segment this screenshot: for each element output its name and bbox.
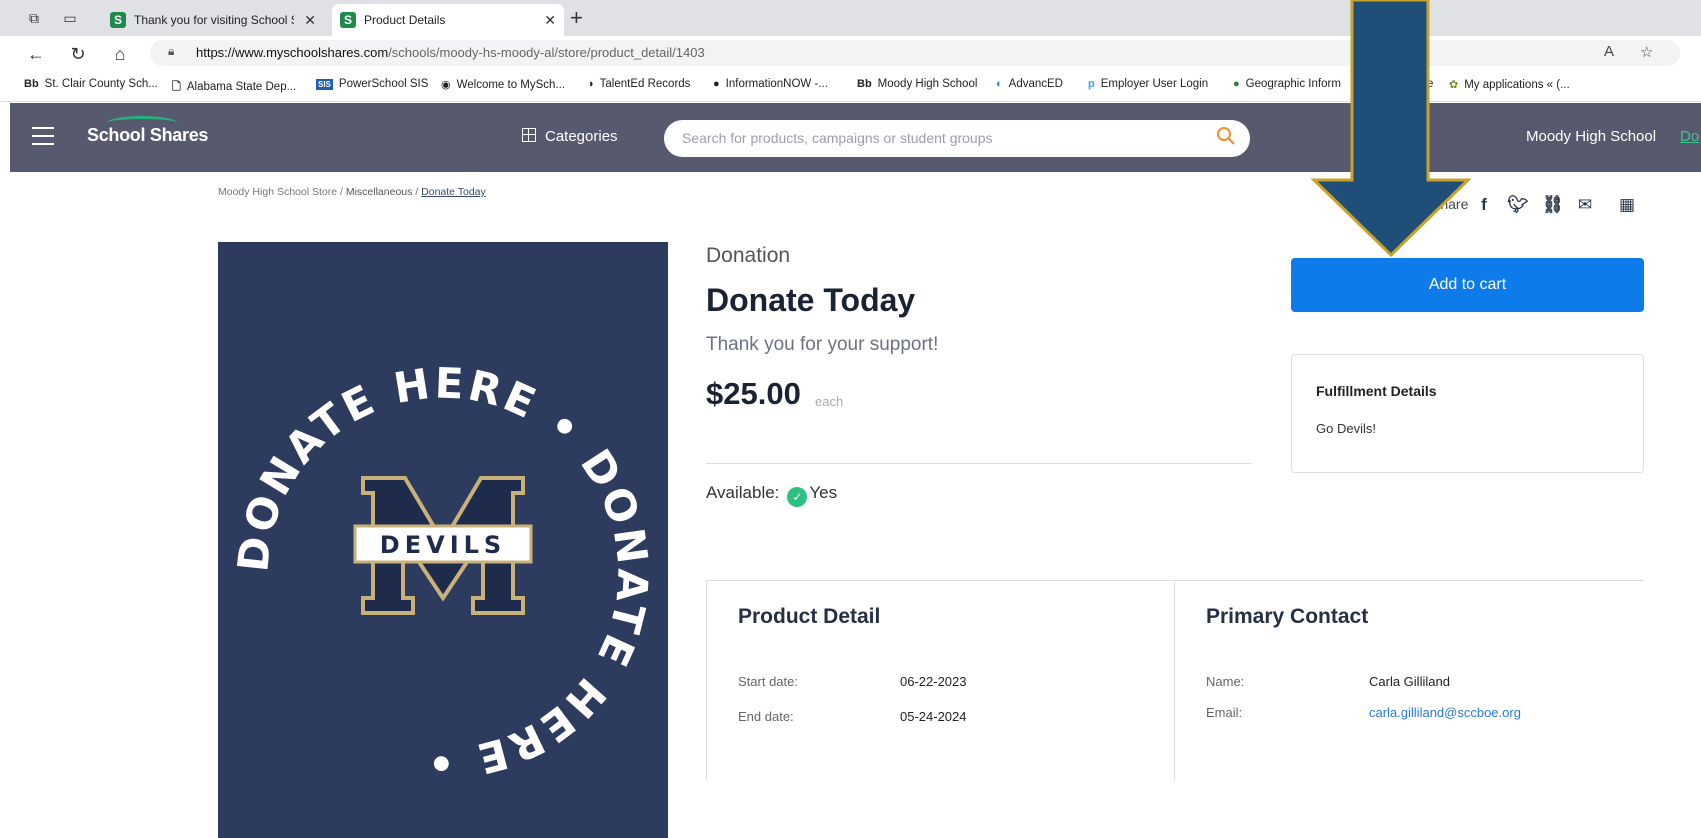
bookmark-item[interactable]: p Employer User Login	[1088, 78, 1208, 90]
powerschool-icon: SIS	[316, 79, 333, 90]
bookmark-item[interactable]: Bb St. Clair County Sch...	[24, 78, 158, 90]
bookmark-item[interactable]: SIS PowerSchool SIS	[316, 78, 428, 90]
product-price: $25.00	[706, 376, 801, 411]
contact-name-label: Name:	[1206, 674, 1245, 689]
back-icon[interactable]: ←	[24, 42, 48, 66]
informationnow-icon: ●	[713, 78, 720, 90]
home-icon[interactable]: ⌂	[108, 42, 132, 66]
blackboard-icon: Bb	[857, 78, 872, 90]
donate-link[interactable]: Do	[1680, 128, 1699, 145]
tab-title: Thank you for visiting School Sha	[134, 13, 294, 27]
read-aloud-icon[interactable]: A	[1604, 43, 1614, 60]
p-icon: p	[1088, 78, 1095, 90]
page-icon: 🗋︎	[172, 81, 181, 93]
favorite-star-icon[interactable]: ☆	[1640, 43, 1653, 61]
breadcrumb-current[interactable]: Donate Today	[421, 186, 486, 198]
email-icon[interactable]: ✉	[1575, 195, 1595, 215]
geo-globe-icon: ●	[1233, 78, 1240, 90]
site-favicon-icon: S	[340, 12, 356, 28]
search-input[interactable]: Search for products, campaigns or studen…	[664, 120, 1250, 157]
qr-code-icon[interactable]: ▦	[1617, 195, 1637, 215]
twitter-icon[interactable]: 🐦︎	[1507, 195, 1529, 215]
tab-actions-icon[interactable]: ▭	[60, 8, 80, 28]
facebook-icon[interactable]: f	[1474, 195, 1494, 215]
tab-product-details[interactable]: S Product Details ✕	[332, 4, 564, 36]
browser-window: ⧉ ▭ S Thank you for visiting School Sha …	[0, 0, 1701, 838]
end-date-label: End date:	[738, 709, 794, 724]
bookmark-item[interactable]: ◑ TalentEd Records	[587, 78, 690, 90]
fulfillment-panel: Fulfillment Details Go Devils!	[1291, 354, 1644, 473]
bookmark-item[interactable]: ● InformationNOW -...	[713, 78, 828, 90]
contact-email-link[interactable]: carla.gilliland@sccboe.org	[1369, 705, 1521, 720]
check-circle-icon: ✓	[787, 487, 808, 507]
product-category: Donation	[706, 244, 791, 267]
divider	[1174, 581, 1175, 781]
search-placeholder: Search for products, campaigns or studen…	[682, 130, 993, 146]
end-date-value: 05-24-2024	[900, 709, 967, 724]
fulfillment-text: Go Devils!	[1316, 421, 1376, 436]
start-date-value: 06-22-2023	[900, 674, 967, 689]
advanced-icon: ◐	[996, 78, 1003, 90]
bookmark-item[interactable]: ◉ Welcome to MySch...	[441, 78, 565, 91]
price-unit: each	[815, 394, 844, 409]
down-arrow-annotation	[1310, 0, 1472, 258]
link-icon[interactable]: ⛓︎	[1542, 195, 1564, 215]
breadcrumb-store[interactable]: Moody High School Store	[218, 186, 337, 198]
bookmark-item[interactable]: ◐ AdvancED	[996, 78, 1063, 90]
divider	[706, 463, 1252, 464]
grid-icon	[522, 128, 536, 142]
breadcrumb-category[interactable]: Miscellaneous	[346, 186, 413, 198]
school-link[interactable]: Moody High School	[1526, 128, 1656, 145]
contact-email-label: Email:	[1206, 705, 1243, 720]
blackboard-icon: Bb	[24, 78, 39, 90]
svg-text:DEVILS: DEVILS	[380, 531, 506, 559]
breadcrumb: Moody High School Store / Miscellaneous …	[218, 186, 486, 198]
categories-button[interactable]: Categories	[522, 128, 618, 145]
product-image: DONATE HERE • DONATE HERE • DEVILS	[218, 242, 668, 838]
close-tab-icon[interactable]: ✕	[544, 4, 556, 36]
bookmark-item[interactable]: Bb Moody High School	[857, 78, 977, 90]
bookmark-item[interactable]: 🗋︎ Alabama State Dep...	[172, 78, 296, 97]
workspaces-icon[interactable]: ⧉	[24, 8, 44, 28]
search-icon[interactable]	[1216, 126, 1236, 146]
product-detail-title: Product Detail	[738, 605, 881, 628]
primary-contact-title: Primary Contact	[1206, 605, 1369, 628]
menu-hamburger-icon[interactable]	[32, 127, 54, 145]
product-subtitle: Thank you for your support!	[706, 334, 939, 355]
fulfillment-title: Fulfillment Details	[1316, 383, 1437, 399]
tab-thank-you[interactable]: S Thank you for visiting School Sha ✕	[102, 4, 324, 36]
site-favicon-icon: S	[110, 12, 126, 28]
contact-name-value: Carla Gilliland	[1369, 674, 1450, 689]
refresh-icon[interactable]: ↻	[66, 42, 90, 66]
close-tab-icon[interactable]: ✕	[304, 4, 316, 36]
talented-icon: ◑	[587, 78, 594, 90]
new-tab-icon[interactable]: +	[570, 6, 583, 30]
donate-here-graphic: DONATE HERE • DONATE HERE • DEVILS	[228, 358, 654, 787]
start-date-label: Start date:	[738, 674, 798, 689]
url-text: https://www.myschoolshares.com/schools/m…	[196, 45, 705, 60]
tab-title: Product Details	[364, 13, 446, 27]
m-logo: DEVILS	[353, 476, 533, 615]
add-to-cart-button[interactable]: Add to cart	[1291, 258, 1644, 312]
product-title: Donate Today	[706, 282, 916, 318]
availability: Available: ✓ Yes	[706, 483, 837, 507]
globe-icon: ◉	[441, 79, 451, 91]
lock-icon: 🔒︎	[168, 44, 175, 58]
school-shares-logo[interactable]: School Shares	[87, 116, 208, 146]
detail-panel: Product Detail Start date: 06-22-2023 En…	[706, 580, 1644, 781]
